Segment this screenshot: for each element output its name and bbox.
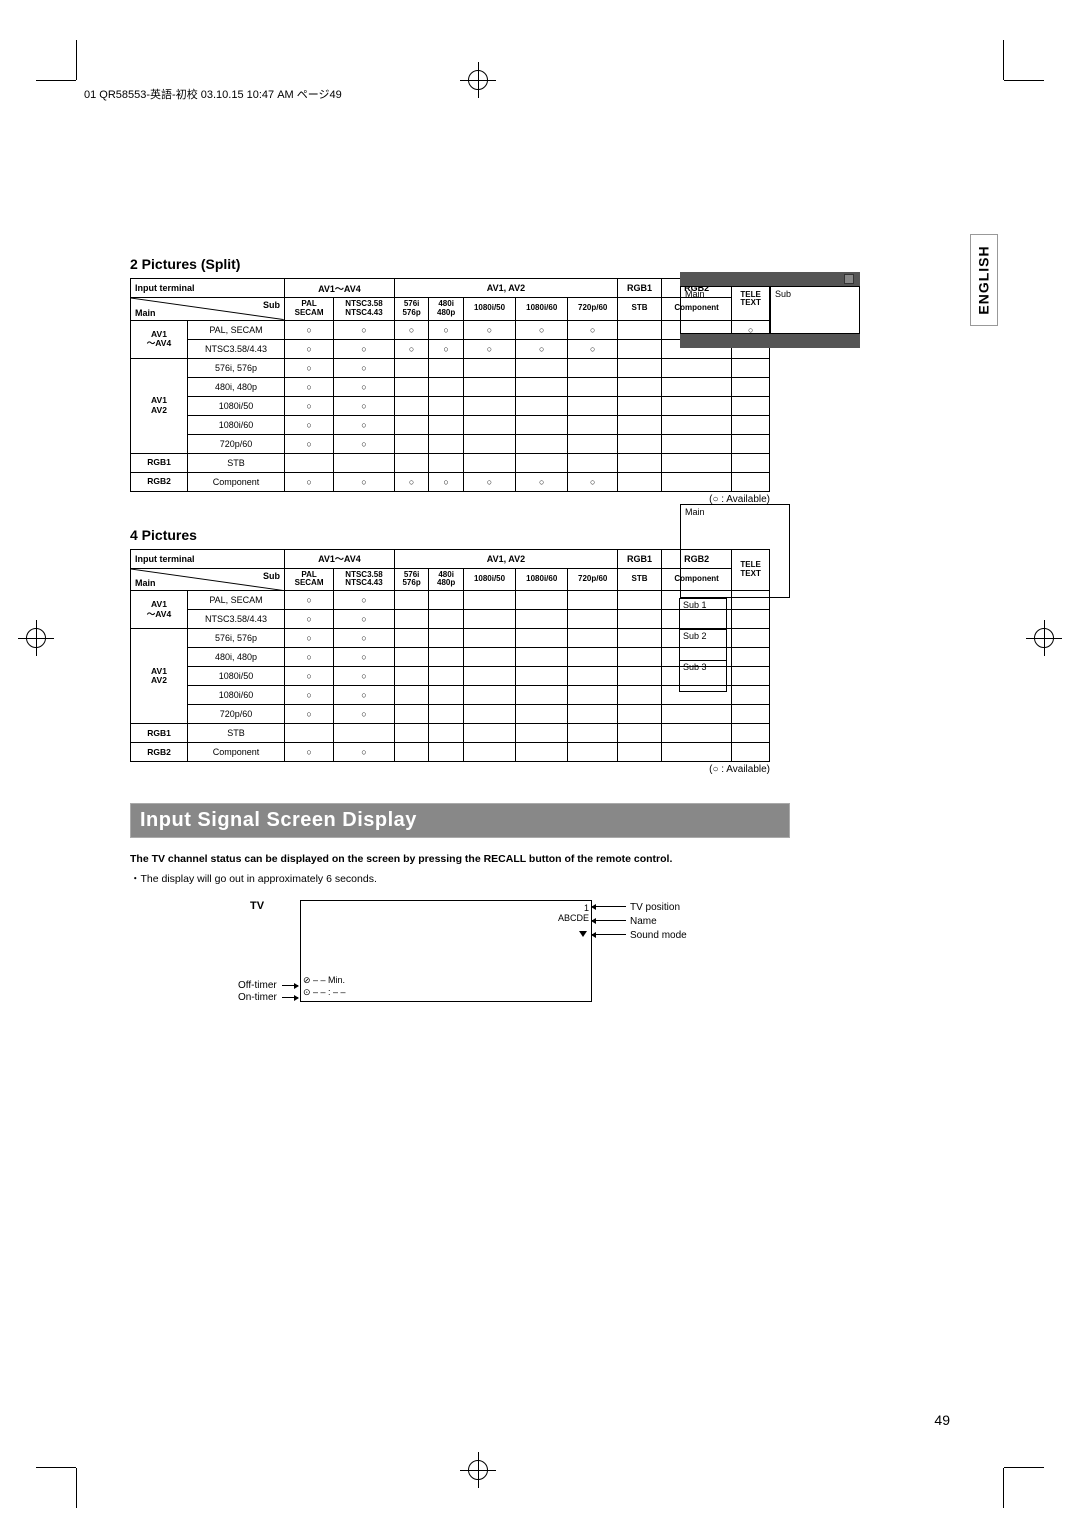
label-on-timer: On-timer [238,992,277,1003]
split-matrix-table: Input terminalAV1～AV4AV1, AV2RGB1RGB2TEL… [130,278,770,492]
thumb-four-sub2: Sub 2 [679,629,727,661]
page-number: 49 [934,1412,950,1428]
osd-tv-position-value: 1 [558,903,589,913]
thumbnail-split: Main Sub [680,272,860,348]
registration-mark [18,620,54,656]
osd-diagram: TV Off-timer On-timer 1 ABCDE ⊘ – – Min.… [130,900,770,1020]
thumb-four-sub3: Sub 3 [679,660,727,692]
thumb-four-sub1: Sub 1 [679,598,727,630]
registration-mark [1026,620,1062,656]
legend-four: (○ : Available) [130,764,770,775]
label-name: Name [630,916,657,927]
registration-mark [460,62,496,98]
osd-on-timer-value: ⊙ – – : – – [303,986,346,999]
triangle-down-icon [579,931,587,937]
osd-name-value: ABCDE [558,913,589,923]
page-header: 01 QR58553-英語-初校 03.10.15 10:47 AM ページ49 [84,86,342,102]
label-tv: TV [250,900,264,912]
four-matrix-table: Input terminalAV1～AV4AV1, AV2RGB1RGB2TEL… [130,549,770,763]
window-icon [844,274,854,284]
label-off-timer: Off-timer [238,980,277,991]
label-tv-position: TV position [630,902,680,913]
osd-box: 1 ABCDE ⊘ – – Min. ⊙ – – : – – [300,900,592,1002]
language-tab-label: ENGLISH [976,245,992,314]
thumb-split-sub: Sub [770,286,860,334]
recall-note: ・The display will go out in approximatel… [130,871,890,886]
section-title-split: 2 Pictures (Split) [130,256,890,272]
language-tab: ENGLISH [970,234,998,326]
thumbnail-four: Main Sub 1 Sub 2 Sub 3 [680,504,830,692]
thumb-four-main: Main [680,504,790,598]
recall-bold: The TV channel status can be displayed o… [130,852,890,867]
thumb-split-main: Main [680,286,770,334]
section-banner: Input Signal Screen Display [130,803,790,838]
osd-off-timer-value: ⊘ – – Min. [303,974,346,987]
legend-split: (○ : Available) [130,494,770,505]
registration-mark [460,1452,496,1488]
label-sound-mode: Sound mode [630,930,687,941]
